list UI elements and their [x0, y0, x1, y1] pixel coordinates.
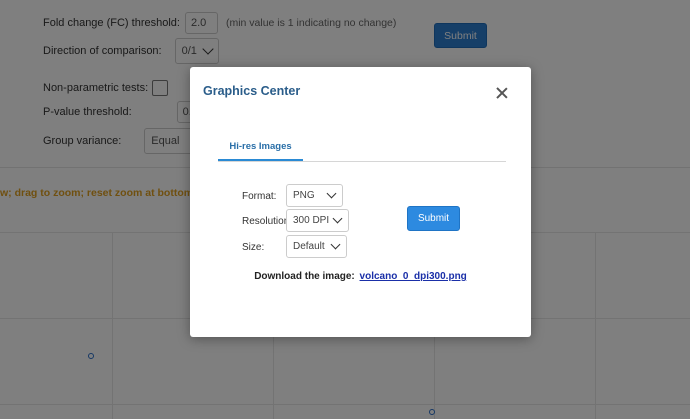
chevron-down-icon [326, 188, 337, 199]
format-select[interactable]: PNG [286, 184, 343, 207]
download-link[interactable]: volcano_0_dpi300.png [360, 271, 467, 282]
download-line: Download the image: volcano_0_dpi300.png [190, 271, 531, 282]
download-label: Download the image: [254, 271, 355, 282]
format-value: PNG [293, 190, 315, 201]
graphics-center-modal: Graphics Center Hi-res Images Format: PN… [190, 67, 531, 337]
tab-hi-res-images[interactable]: Hi-res Images [218, 133, 303, 161]
modal-submit-button[interactable]: Submit [407, 206, 460, 231]
size-label: Size: [242, 242, 265, 253]
format-label: Format: [242, 191, 277, 202]
chevron-down-icon [330, 239, 341, 250]
size-select[interactable]: Default [286, 235, 347, 258]
size-value: Default [293, 241, 325, 252]
tab-divider [218, 161, 506, 162]
close-icon[interactable] [494, 85, 510, 101]
resolution-value: 300 DPI [293, 215, 330, 226]
resolution-select[interactable]: 300 DPI [286, 209, 349, 232]
modal-title: Graphics Center [203, 84, 301, 98]
chevron-down-icon [332, 213, 343, 224]
resolution-label: Resolution: [242, 216, 293, 227]
